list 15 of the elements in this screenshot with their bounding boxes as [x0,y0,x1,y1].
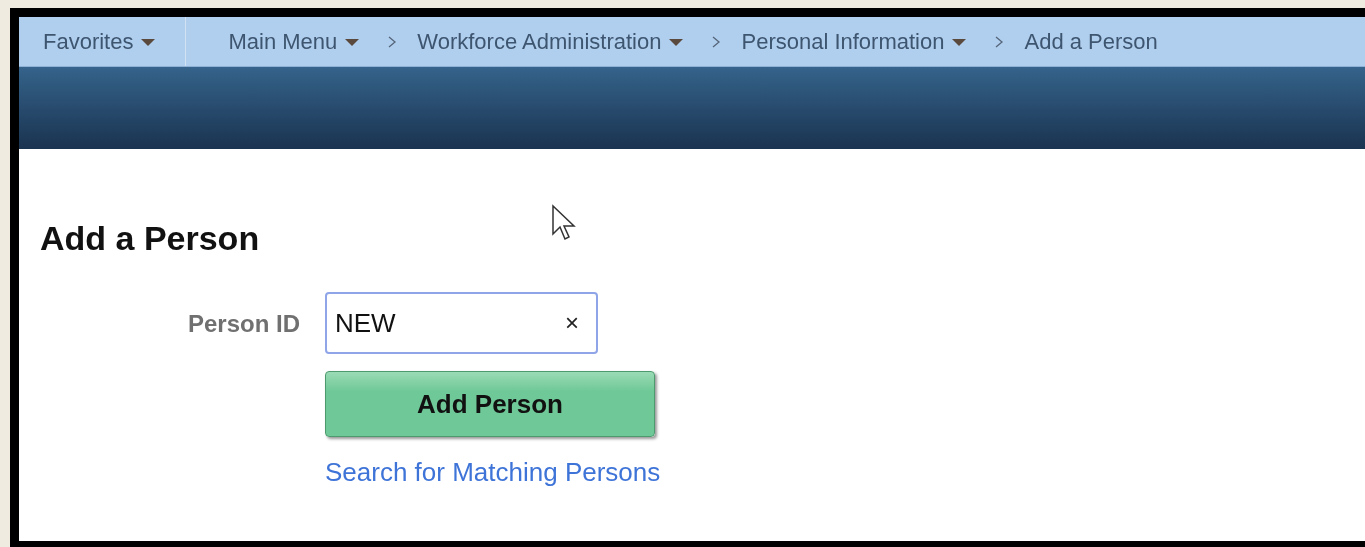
chevron-icon [711,34,722,49]
breadcrumb-link[interactable]: Add a Person [1024,28,1158,55]
clear-button[interactable]: × [565,309,579,337]
breadcrumb-link[interactable]: Favorites [43,28,156,55]
search-link[interactable]: Search for Matching Persons [325,457,661,488]
breadcrumb-link[interactable]: Main Menu [228,28,360,55]
chevron-icon [994,34,1005,49]
person-id-field[interactable]: NEW × [325,292,598,354]
breadcrumb-link[interactable]: Workforce Administration [417,28,684,55]
chevron-icon [387,34,398,49]
page-title: Add a Person [40,219,260,258]
mouse-pointer-icon [551,204,577,242]
breadcrumb-link[interactable]: Personal Information [741,28,967,55]
add-person-button[interactable]: Add Person [325,371,655,437]
field-label: Person ID [186,310,301,339]
